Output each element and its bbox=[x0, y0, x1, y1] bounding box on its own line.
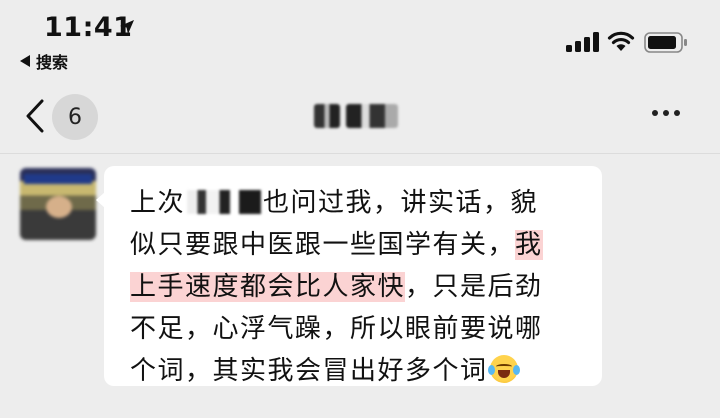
chat-title-redacted bbox=[314, 100, 402, 132]
wifi-icon bbox=[607, 31, 635, 51]
cellular-signal-icon bbox=[566, 32, 599, 52]
message-text: 个词，其实我会冒出好多个词 bbox=[130, 356, 488, 386]
sender-avatar[interactable] bbox=[20, 168, 96, 240]
message-text: ，只是后劲 bbox=[405, 272, 543, 302]
crying-laughing-emoji-icon bbox=[487, 355, 520, 383]
chevron-left-icon[interactable] bbox=[24, 98, 46, 134]
message-line-5: 个词，其实我会冒出好多个词 bbox=[130, 350, 576, 392]
message-line-2: 似只要跟中医跟一些国学有关，我 bbox=[130, 224, 576, 266]
back-triangle-icon bbox=[20, 55, 30, 67]
highlighted-text: 我 bbox=[515, 230, 543, 260]
message-line-3: 上手速度都会比人家快，只是后劲 bbox=[130, 266, 576, 308]
unread-count-badge[interactable]: 6 bbox=[52, 94, 98, 140]
highlighted-text: 上手速度都会比人家快 bbox=[130, 272, 406, 302]
message-text: 似只要跟中医跟一些国学有关， bbox=[130, 230, 516, 260]
battery-icon bbox=[644, 32, 687, 53]
back-to-app-label: 搜索 bbox=[36, 53, 69, 72]
message-bubble[interactable]: 上次 也问过我，讲实话，貌 似只要跟中医跟一些国学有关，我 上手速度都会比人家快，… bbox=[104, 166, 602, 386]
status-bar: 11:41 搜索 bbox=[0, 0, 720, 80]
message-line-4: 不足，心浮气躁，所以眼前要说哪 bbox=[130, 314, 543, 344]
redacted-name bbox=[187, 190, 262, 214]
message-text: 也问过我，讲实话，貌 bbox=[263, 188, 539, 218]
chat-nav-bar: 6 bbox=[0, 80, 720, 154]
back-to-app-link[interactable]: 搜索 bbox=[20, 49, 68, 73]
message-text: 上次 bbox=[130, 188, 186, 218]
more-dots-icon[interactable] bbox=[652, 110, 680, 116]
location-arrow-icon bbox=[120, 20, 134, 34]
message-line-1: 上次 也问过我，讲实话，貌 bbox=[130, 182, 576, 224]
